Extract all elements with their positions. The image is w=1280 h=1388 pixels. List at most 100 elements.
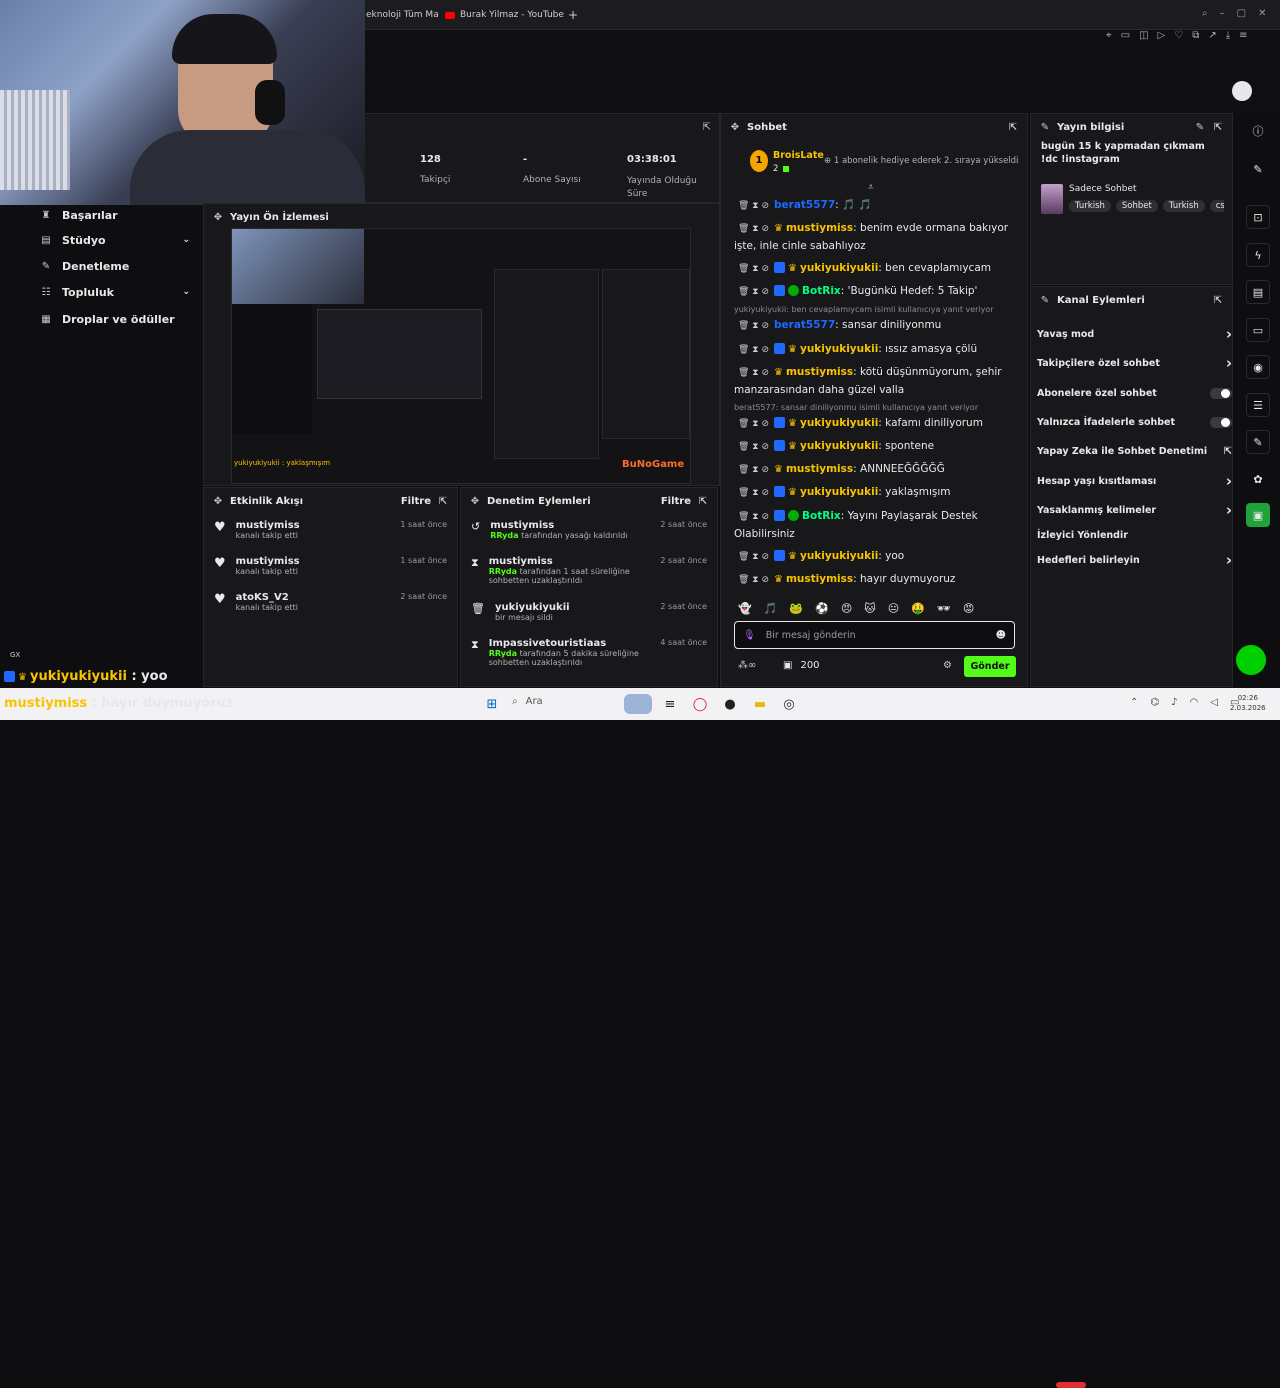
chevron-right-icon[interactable]: › <box>1226 472 1232 490</box>
filter-button[interactable]: Filtre <box>661 496 691 507</box>
chat-message[interactable]: 🗑 ⧗ ⊘ ♛ mustiymiss: benim evde ormana bakı… <box>734 220 1019 255</box>
pen-icon[interactable]: ✎ <box>1246 157 1270 181</box>
chat-message[interactable]: 🗑 ⧗ ⊘ ♛ yukiyukiyukii: yoo <box>734 548 1019 566</box>
message-actions[interactable]: 🗑 ⧗ ⊘ <box>738 575 769 585</box>
steam-icon[interactable]: ◎ <box>779 694 799 714</box>
windows-start-icon[interactable]: ⊞ <box>482 694 502 714</box>
chevron-right-icon[interactable]: › <box>1226 325 1232 343</box>
share-icon[interactable]: ↗ <box>1208 30 1216 41</box>
chat-message[interactable]: 🗑 ⧗ ⊘ ♛ mustiymiss: ANNNEEĞĞĞĞĞ <box>734 461 1019 479</box>
pinned-user[interactable]: BroisLate <box>773 150 824 161</box>
chat-message[interactable]: 🗑 ⧗ ⊘ berat5577: sansar diniliyonmu <box>734 317 1019 335</box>
taskbar-search[interactable]: ⌕ Ara <box>512 696 543 707</box>
widget-icon[interactable] <box>624 694 652 714</box>
filter-button[interactable]: Filtre <box>401 496 431 507</box>
chat-message[interactable]: 🗑 ⧗ ⊘ ♛ yukiyukiyukii: ıssız amasya çölü <box>734 341 1019 359</box>
sidebar-item-studio[interactable]: ▤ Stüdyo ⌄ <box>40 230 190 250</box>
chat-message[interactable]: 🗑 ⧗ ⊘ BotRix: 'Bugünkü Hedef: 5 Takip' <box>734 283 1019 301</box>
chat-username[interactable]: yukiyukiyukii <box>800 486 878 498</box>
message-actions[interactable]: 🗑 ⧗ ⊘ <box>738 368 769 378</box>
microphone-icon[interactable]: 🎙 <box>743 630 756 641</box>
network-icon[interactable]: ⌬ <box>1150 697 1159 708</box>
emote-icon[interactable]: 🐱 <box>864 602 875 615</box>
channel-action-item[interactable]: İzleyici Yönlendir <box>1037 524 1232 546</box>
send-button[interactable]: Gönder <box>964 656 1016 677</box>
settings-icon[interactable]: ⚙ <box>943 660 952 671</box>
chat-message[interactable]: 🗑 ⧗ ⊘ ♛ mustiymiss: hayır duymuyoruz <box>734 571 1019 589</box>
taskview-icon[interactable]: ≡ <box>660 694 680 714</box>
channel-action-item[interactable]: Hedefleri belirleyin › <box>1037 549 1232 571</box>
heart-icon[interactable]: ♡ <box>1174 30 1183 41</box>
status-indicator[interactable] <box>1236 645 1266 675</box>
play-icon[interactable]: ▷ <box>1158 30 1166 41</box>
chat-username[interactable]: berat5577 <box>774 199 835 211</box>
chat-username[interactable]: mustiymiss <box>786 463 853 475</box>
info-icon[interactable]: ⓘ <box>1246 119 1270 143</box>
chevron-right-icon[interactable]: › <box>1226 354 1232 372</box>
chat-username[interactable]: yukiyukiyukii <box>800 550 878 562</box>
chat-icon[interactable]: ▭ <box>1246 318 1270 342</box>
channel-action-item[interactable]: Yalnızca İfadelerle sohbet <box>1037 411 1232 433</box>
folder-icon[interactable]: ▬ <box>750 694 770 714</box>
sidebar-item-achievements[interactable]: ♜ Başarılar <box>40 205 190 225</box>
message-actions[interactable]: 🗑 ⧗ ⊘ <box>738 488 769 498</box>
screenshot-icon[interactable]: ⊡ <box>1246 205 1270 229</box>
preview-video[interactable]: yukiyukiyukii : yaklaşmışım BuNoGame <box>231 228 691 484</box>
toggle-switch[interactable] <box>1210 387 1232 399</box>
message-actions[interactable]: 🗑 ⧗ ⊘ <box>738 552 769 562</box>
wifi-icon[interactable]: ◠ <box>1190 697 1199 708</box>
sidebar-item-drops[interactable]: ▦ Droplar ve ödüller <box>40 309 190 329</box>
channel-action-item[interactable]: Abonelere özel sohbet <box>1037 382 1232 404</box>
popout-icon[interactable]: ⇱ <box>1212 295 1224 306</box>
chat-message[interactable]: 🗑 ⧗ ⊘ berat5577: 🎵 🎵 <box>734 197 1019 215</box>
chevron-right-icon[interactable]: › <box>1226 551 1232 569</box>
points-display[interactable]: ▣ 200 <box>783 660 820 671</box>
clipboard-icon[interactable]: ▤ <box>1246 280 1270 304</box>
message-actions[interactable]: 🗑 ⧗ ⊘ <box>738 321 769 331</box>
chat-username[interactable]: BotRix <box>802 285 841 297</box>
chat-username[interactable]: yukiyukiyukii <box>800 440 878 452</box>
menu-icon[interactable]: ≡ <box>1239 30 1247 41</box>
minimize-icon[interactable]: – <box>1220 8 1225 19</box>
chat-username[interactable]: mustiymiss <box>786 573 853 585</box>
popout-icon[interactable]: ⇱ <box>703 122 711 133</box>
chevron-up-icon[interactable]: ⌃ <box>1130 697 1138 708</box>
chat-username[interactable]: yukiyukiyukii <box>800 343 878 355</box>
chat-message[interactable]: 🗑 ⧗ ⊘ ♛ yukiyukiyukii: spontene <box>734 438 1019 456</box>
message-actions[interactable]: 🗑 ⧗ ⊘ <box>738 512 769 522</box>
channel-action-item[interactable]: Yapay Zeka ile Sohbet Denetimi ⇱ <box>1037 440 1232 462</box>
popout-icon[interactable]: ⇱ <box>1007 122 1019 133</box>
message-actions[interactable]: 🗑 ⧗ ⊘ <box>738 201 769 211</box>
screenshot-icon[interactable]: ◫ <box>1139 30 1148 41</box>
popout-icon[interactable]: ⇱ <box>437 496 449 507</box>
message-actions[interactable]: 🗑 ⧗ ⊘ <box>738 442 769 452</box>
toggle-switch[interactable] <box>1210 416 1232 428</box>
avatar[interactable] <box>1232 81 1252 101</box>
tag[interactable]: Turkish <box>1069 200 1111 212</box>
browser-tab[interactable]: eknoloji Tüm Ma <box>366 6 439 24</box>
download-icon[interactable]: ⤓ <box>1226 30 1230 41</box>
mic-icon[interactable]: ♪ <box>1171 697 1177 708</box>
chat-username[interactable]: berat5577 <box>774 319 835 331</box>
chat-username[interactable]: yukiyukiyukii <box>800 417 878 429</box>
settings-icon[interactable]: ✿ <box>1246 467 1270 491</box>
pin-icon[interactable]: ⌖ <box>1106 30 1112 41</box>
chat-username[interactable]: mustiymiss <box>786 366 853 378</box>
chat-message[interactable]: 🗑 ⧗ ⊘ ♛ mustiymiss: kötü düşünmüyorum, şeh… <box>734 364 1019 399</box>
emoji-icon[interactable]: ☻ <box>996 630 1006 641</box>
chat-message[interactable]: 🗑 ⧗ ⊘ ♛ yukiyukiyukii: ben cevaplamıycam <box>734 260 1019 278</box>
wrench-icon[interactable]: ✎ <box>1246 430 1270 454</box>
channel-action-item[interactable]: Yavaş mod › <box>1037 323 1232 345</box>
opera-icon[interactable]: ◯ <box>690 694 710 714</box>
chrome-icon[interactable]: ● <box>720 694 740 714</box>
lightning-icon[interactable]: ϟ <box>1246 243 1270 267</box>
chat-message[interactable]: 🗑 ⧗ ⊘ BotRix: Yayını Paylaşarak Destek Ol… <box>734 508 1019 543</box>
tag[interactable]: Sohbet <box>1115 200 1158 212</box>
page-icon[interactable]: ▭ <box>1121 30 1130 41</box>
chevron-right-icon[interactable]: › <box>1226 501 1232 519</box>
message-actions[interactable]: 🗑 ⧗ ⊘ <box>738 345 769 355</box>
emote-icon[interactable]: 😡 <box>963 602 974 615</box>
popout-icon[interactable]: ⇱ <box>1212 122 1224 133</box>
browser-tab-youtube[interactable]: Burak Yilmaz - YouTube <box>445 6 564 24</box>
sidebar-item-community[interactable]: ☷ Topluluk ⌄ <box>40 282 190 302</box>
